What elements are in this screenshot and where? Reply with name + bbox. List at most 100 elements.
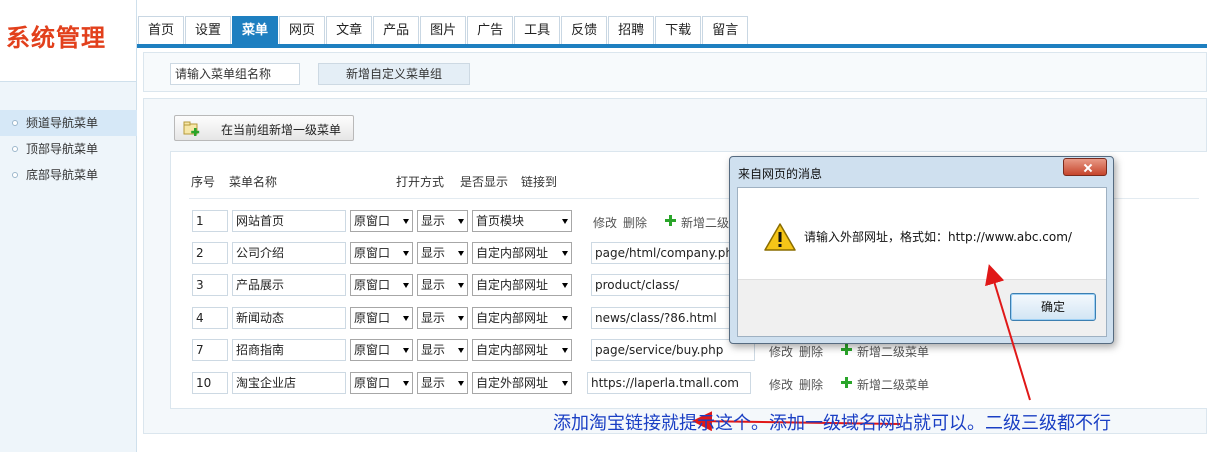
menu-name-input[interactable]: 产品展示 — [232, 274, 346, 296]
tab-tools[interactable]: 工具 — [514, 16, 561, 44]
tab-ads[interactable]: 广告 — [467, 16, 514, 44]
ok-button[interactable]: 确定 — [1010, 293, 1096, 321]
delete-link[interactable]: 删除 — [799, 343, 823, 360]
chevron-down-icon — [458, 381, 464, 386]
open-mode-select[interactable]: 原窗口 — [350, 242, 413, 264]
chevron-down-icon — [403, 251, 409, 256]
bullet-icon — [12, 146, 18, 152]
link-type-value: 自定内部网址 — [476, 311, 549, 325]
order-input[interactable]: 2 — [192, 242, 228, 264]
delete-link[interactable]: 删除 — [623, 214, 647, 231]
brand-area: 系统管理 — [0, 0, 136, 82]
visibility-select[interactable]: 显示 — [417, 307, 468, 329]
delete-link[interactable]: 删除 — [799, 376, 823, 393]
sidebar-item-bottom-nav[interactable]: 底部导航菜单 — [0, 162, 137, 188]
edit-link[interactable]: 修改 — [769, 376, 793, 393]
open-mode-select[interactable]: 原窗口 — [350, 307, 413, 329]
chevron-down-icon — [562, 283, 568, 288]
dialog-message: 请输入外部网址，格式如：http://www.abc.com/ — [804, 230, 1072, 244]
dialog-title: 来自网页的消息 — [738, 167, 823, 181]
header-link: 链接到 — [521, 175, 558, 189]
tab-downloads[interactable]: 下载 — [655, 16, 702, 44]
tab-menu[interactable]: 菜单 — [232, 16, 279, 44]
link-type-select[interactable]: 自定内部网址 — [472, 339, 572, 361]
visibility-select[interactable]: 显示 — [417, 274, 468, 296]
edit-link[interactable]: 修改 — [593, 214, 617, 231]
link-type-select[interactable]: 自定内部网址 — [472, 274, 572, 296]
chevron-down-icon — [403, 219, 409, 224]
order-input[interactable]: 7 — [192, 339, 228, 361]
link-type-value: 首页模块 — [476, 214, 525, 228]
tab-settings[interactable]: 设置 — [185, 16, 232, 44]
visibility-value: 显示 — [421, 311, 446, 325]
tab-pages[interactable]: 网页 — [279, 16, 326, 44]
add-submenu-link[interactable]: 新增二级菜单 — [857, 376, 929, 393]
sidebar-menu: 频道导航菜单 顶部导航菜单 底部导航菜单 — [0, 110, 137, 188]
menu-name-input[interactable]: 淘宝企业店 — [232, 372, 346, 394]
sidebar-item-channel-nav[interactable]: 频道导航菜单 — [0, 110, 137, 136]
tab-products[interactable]: 产品 — [373, 16, 420, 44]
close-icon[interactable] — [1063, 158, 1107, 176]
plus-icon — [665, 215, 676, 226]
header-open: 打开方式 — [396, 175, 445, 189]
new-folder-icon — [183, 121, 200, 136]
visibility-value: 显示 — [421, 246, 446, 260]
open-mode-value: 原窗口 — [354, 278, 391, 292]
bullet-icon — [12, 120, 18, 126]
open-mode-value: 原窗口 — [354, 214, 391, 228]
chevron-down-icon — [403, 381, 409, 386]
order-input[interactable]: 3 — [192, 274, 228, 296]
chevron-down-icon — [562, 219, 568, 224]
link-type-value: 自定内部网址 — [476, 343, 549, 357]
edit-link[interactable]: 修改 — [769, 343, 793, 360]
menu-name-input[interactable]: 网站首页 — [232, 210, 346, 232]
link-type-select[interactable]: 首页模块 — [472, 210, 572, 232]
visibility-select[interactable]: 显示 — [417, 242, 468, 264]
open-mode-select[interactable]: 原窗口 — [350, 274, 413, 296]
plus-icon — [841, 377, 852, 388]
order-input[interactable]: 10 — [192, 372, 228, 394]
menu-name-input[interactable]: 公司介绍 — [232, 242, 346, 264]
sidebar-item-label: 底部导航菜单 — [26, 168, 99, 182]
sidebar-item-label: 顶部导航菜单 — [26, 142, 99, 156]
tab-feedback[interactable]: 反馈 — [561, 16, 608, 44]
chevron-down-icon — [458, 348, 464, 353]
sidebar-item-top-nav[interactable]: 顶部导航菜单 — [0, 136, 137, 162]
chevron-down-icon — [562, 316, 568, 321]
open-mode-select[interactable]: 原窗口 — [350, 339, 413, 361]
menu-name-input[interactable]: 招商指南 — [232, 339, 346, 361]
open-mode-value: 原窗口 — [354, 343, 391, 357]
visibility-select[interactable]: 显示 — [417, 339, 468, 361]
tab-articles[interactable]: 文章 — [326, 16, 373, 44]
order-input[interactable]: 4 — [192, 307, 228, 329]
menu-name-input[interactable]: 新闻动态 — [232, 307, 346, 329]
tab-home[interactable]: 首页 — [138, 16, 185, 44]
header-name: 菜单名称 — [229, 175, 278, 189]
open-mode-select[interactable]: 原窗口 — [350, 372, 413, 394]
open-mode-value: 原窗口 — [354, 246, 391, 260]
open-mode-value: 原窗口 — [354, 311, 391, 325]
chevron-down-icon — [458, 219, 464, 224]
add-top-level-menu-button[interactable]: 在当前组新增一级菜单 — [174, 115, 354, 141]
chevron-down-icon — [562, 348, 568, 353]
tab-underline — [137, 44, 1207, 48]
visibility-select[interactable]: 显示 — [417, 210, 468, 232]
visibility-value: 显示 — [421, 343, 446, 357]
bullet-icon — [12, 172, 18, 178]
link-type-select[interactable]: 自定内部网址 — [472, 307, 572, 329]
chevron-down-icon — [458, 283, 464, 288]
group-name-input[interactable]: 请输入菜单组名称 — [170, 63, 300, 85]
visibility-select[interactable]: 显示 — [417, 372, 468, 394]
add-group-button[interactable]: 新增自定义菜单组 — [318, 63, 470, 85]
tab-images[interactable]: 图片 — [420, 16, 467, 44]
table-row: 10 淘宝企业店 原窗口 显示 自定外部网址 https://laperla.tmall.… — [171, 372, 1207, 396]
add-submenu-link[interactable]: 新增二级菜单 — [857, 343, 929, 360]
open-mode-select[interactable]: 原窗口 — [350, 210, 413, 232]
order-input[interactable]: 1 — [192, 210, 228, 232]
url-input[interactable]: https://laperla.tmall.com — [587, 372, 751, 394]
link-type-select[interactable]: 自定内部网址 — [472, 242, 572, 264]
tab-jobs[interactable]: 招聘 — [608, 16, 655, 44]
tab-messages[interactable]: 留言 — [702, 16, 749, 44]
link-type-value: 自定内部网址 — [476, 278, 549, 292]
link-type-select[interactable]: 自定外部网址 — [472, 372, 572, 394]
